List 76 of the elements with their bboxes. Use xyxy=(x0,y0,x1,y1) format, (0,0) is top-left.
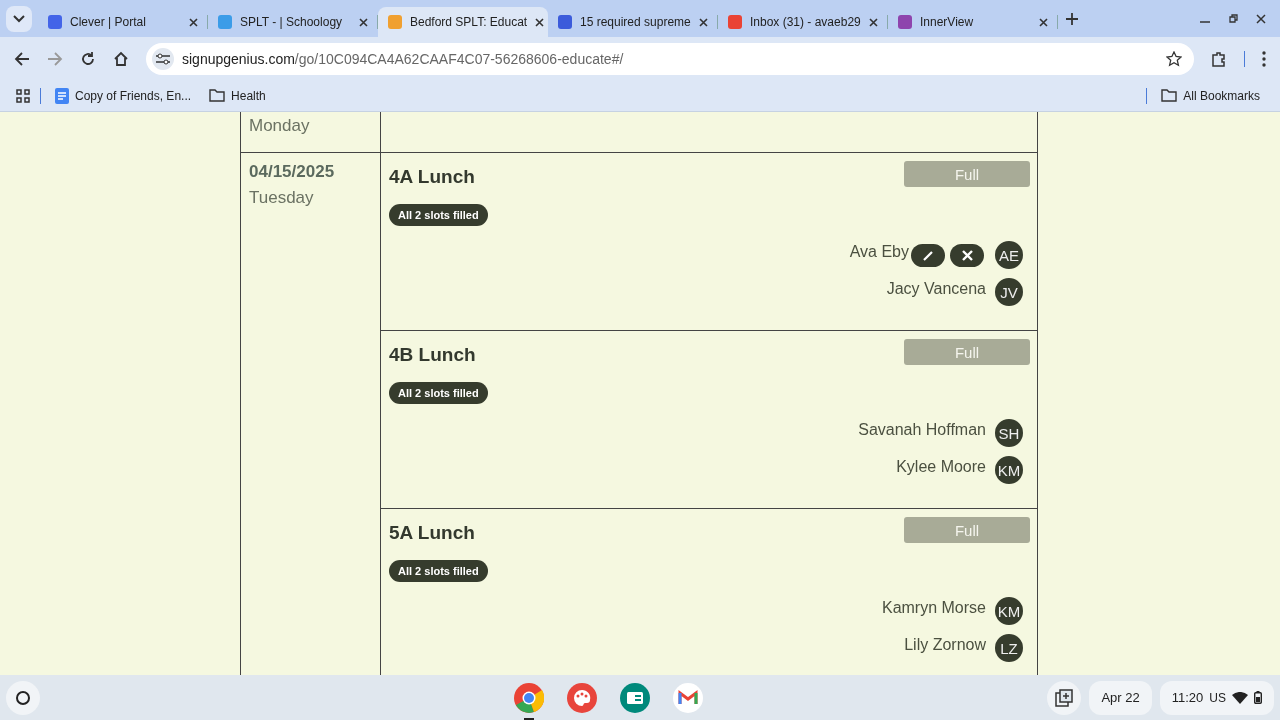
initials-avatar: KM xyxy=(995,597,1023,625)
close-icon[interactable] xyxy=(189,17,198,27)
browser-tab[interactable]: SPLT - | Schoology xyxy=(208,7,378,37)
locale-text: US xyxy=(1209,690,1226,705)
apps-grid-icon[interactable] xyxy=(16,88,30,103)
close-icon[interactable] xyxy=(869,17,878,27)
launcher-button[interactable] xyxy=(6,680,40,715)
document-icon xyxy=(55,87,69,104)
initials-avatar: LZ xyxy=(995,634,1023,662)
back-icon[interactable] xyxy=(14,50,30,67)
close-icon[interactable] xyxy=(359,17,368,27)
weekday-label: Monday xyxy=(249,116,311,136)
participant-name: Jacy Vancena xyxy=(886,280,986,298)
participant-name: Ava Eby xyxy=(849,243,909,261)
tab-title: SPLT - | Schoology xyxy=(240,15,344,29)
pencil-icon xyxy=(922,249,934,261)
close-icon[interactable] xyxy=(699,17,708,27)
tab-title: Clever | Portal xyxy=(70,15,147,29)
restore-icon[interactable] xyxy=(1228,13,1238,24)
browser-tab[interactable]: Clever | Portal xyxy=(38,7,208,37)
initials-avatar: JV xyxy=(995,278,1023,306)
home-icon[interactable] xyxy=(113,50,129,67)
url-text: signupgenius.com/go/10C094CA4A62CAAF4C07-56268606-educate#/ xyxy=(182,50,625,67)
participant-name: Savanah Hoffman xyxy=(858,421,986,439)
browser-tab[interactable]: 15 required supreme xyxy=(548,7,718,37)
slots-filled-badge: All 2 slots filled xyxy=(389,204,488,226)
slots-filled-badge: All 2 slots filled xyxy=(389,560,488,582)
reload-icon[interactable] xyxy=(80,50,96,67)
folder-icon xyxy=(209,89,226,102)
browser-tab[interactable]: Inbox (31) - avaeb29 xyxy=(718,7,888,37)
date-button[interactable]: Apr 22 xyxy=(1089,680,1152,715)
status-area[interactable]: 11:20 US xyxy=(1159,680,1274,715)
weekday-label: Tuesday xyxy=(249,188,315,208)
bookmark-item[interactable]: Copy of Friends, En... xyxy=(51,87,196,104)
initials-avatar: SH xyxy=(995,419,1023,447)
date-label: 04/15/2025 xyxy=(249,162,336,182)
tab-title: 15 required supreme xyxy=(580,15,691,29)
wifi-icon xyxy=(1232,691,1248,704)
close-icon xyxy=(961,249,973,261)
slot-title: 5A Lunch xyxy=(389,522,475,544)
participant-name: Kamryn Morse xyxy=(881,599,986,617)
new-tab-icon[interactable] xyxy=(1066,12,1078,25)
battery-icon xyxy=(1254,691,1262,704)
delete-button[interactable] xyxy=(950,243,984,267)
tab-search-button[interactable] xyxy=(6,5,32,32)
tab-title: Bedford SPLT: Educat xyxy=(410,15,528,29)
participant-name: Lily Zornow xyxy=(904,636,986,654)
tab-title: InnerView xyxy=(920,15,975,29)
bookmark-item[interactable]: Health xyxy=(205,88,270,103)
initials-avatar: AE xyxy=(995,241,1023,269)
close-icon[interactable] xyxy=(535,17,545,27)
initials-avatar: KM xyxy=(995,456,1023,484)
close-icon[interactable] xyxy=(1039,17,1048,27)
edit-button[interactable] xyxy=(911,243,945,267)
clock-text: 11:20 xyxy=(1171,690,1204,705)
star-icon[interactable] xyxy=(1166,50,1182,67)
site-settings-icon[interactable] xyxy=(152,47,174,70)
slot-title: 4B Lunch xyxy=(389,344,476,366)
mail-icon[interactable] xyxy=(673,682,704,713)
address-bar[interactable]: signupgenius.com/go/10C094CA4A62CAAF4C07-56268606-educate#/ xyxy=(146,42,1194,75)
chrome-icon[interactable] xyxy=(514,682,545,713)
close-icon[interactable] xyxy=(1256,13,1266,24)
clipboard-icon[interactable] xyxy=(1047,680,1082,715)
participant-name: Kylee Moore xyxy=(896,458,986,476)
slot-title: 4A Lunch xyxy=(389,166,475,188)
chevron-down-icon xyxy=(13,14,25,23)
slots-filled-badge: All 2 slots filled xyxy=(389,382,488,404)
all-bookmarks-button[interactable]: All Bookmarks xyxy=(1157,88,1264,103)
folder-icon xyxy=(1161,89,1178,102)
browser-tab[interactable]: Bedford SPLT: Educat xyxy=(378,7,548,37)
browser-tab[interactable]: InnerView xyxy=(888,7,1058,37)
puzzle-icon[interactable] xyxy=(1211,50,1227,67)
slides-icon[interactable] xyxy=(620,682,651,713)
tab-title: Inbox (31) - avaeb29 xyxy=(750,15,861,29)
palette-icon[interactable] xyxy=(567,682,598,713)
more-icon[interactable] xyxy=(1262,50,1266,67)
